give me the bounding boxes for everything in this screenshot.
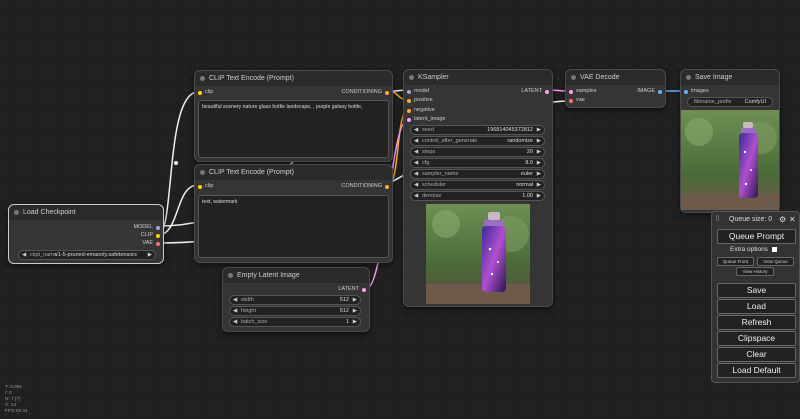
prompt-textarea[interactable]: beautiful scenery nature glass bottle la… [198,100,389,158]
render-stats: T: 0.00s I: 0 N: 7 [7] V: 14 FPS:29.41 [5,385,28,414]
save-image-node[interactable]: Save Image images filename_prefix ComfyU… [680,69,780,213]
node-title[interactable]: Save Image [681,70,779,85]
extra-options-checkbox[interactable] [771,246,777,252]
drag-handle-icon[interactable]: ⠿ [715,215,720,223]
refresh-button[interactable]: Refresh [717,315,796,330]
save-button[interactable]: Save [717,283,796,298]
arrow-left-icon[interactable]: ◀ [22,251,26,259]
batch-size-widget[interactable]: ◀ batch_size 1 ▶ [229,317,361,327]
node-title[interactable]: CLIP Text Encode (Prompt) [195,165,392,180]
view-history-button[interactable]: View History [736,267,774,276]
clip-slot-dot-icon[interactable] [198,90,202,95]
latent-output-slot[interactable]: LATENT [521,88,549,95]
settings-gear-icon[interactable]: ⚙ [779,215,786,224]
latent-slot-dot-icon[interactable] [362,287,366,292]
positive-input-slot[interactable]: positive [407,97,433,104]
ckpt-name-combo[interactable]: ◀ ckpt_name v1-5-pruned-emaonly.safetens… [18,250,156,260]
cfg-widget[interactable]: ◀ cfg 8.0 ▶ [410,158,545,168]
clip-slot-dot-icon[interactable] [156,233,160,238]
load-checkpoint-node[interactable]: Load Checkpoint MODEL CLIP VAE ◀ ckpt_na… [8,204,164,264]
latent-output-slot[interactable]: LATENT [338,286,366,293]
scheduler-widget[interactable]: ◀ scheduler normal ▶ [410,180,545,190]
collapse-dot-icon[interactable] [14,210,19,215]
samples-input-slot[interactable]: samples [569,88,596,95]
node-title[interactable]: Empty Latent Image [223,268,369,283]
vae-decode-node[interactable]: VAE Decode samples vae IMAGE [565,69,666,108]
clip-input-slot[interactable]: clip [198,183,213,190]
node-title[interactable]: Load Checkpoint [9,205,163,220]
queue-prompt-button[interactable]: Queue Prompt [717,229,796,244]
vae-output-slot[interactable]: VAE [142,240,160,247]
preview-image [426,204,530,304]
sampler-name-widget[interactable]: ◀ sampler_name euler ▶ [410,169,545,179]
output-image [681,110,779,210]
image-output-slot[interactable]: IMAGE [637,88,662,95]
collapse-dot-icon[interactable] [686,75,691,80]
collapse-dot-icon[interactable] [200,170,205,175]
close-icon[interactable]: ✕ [789,215,796,224]
negative-input-slot[interactable]: negative [407,107,435,114]
collapse-dot-icon[interactable] [571,75,576,80]
seed-widget[interactable]: ◀ seed 196814045372812 ▶ [410,125,545,135]
clip-text-encode-positive-node[interactable]: CLIP Text Encode (Prompt) clip CONDITION… [194,70,393,162]
empty-latent-image-node[interactable]: Empty Latent Image LATENT ◀ width 512 ▶ ◀ he… [222,267,370,332]
conditioning-output-slot[interactable]: CONDITIONING [341,183,389,190]
clear-button[interactable]: Clear [717,347,796,362]
conditioning-slot-dot-icon[interactable] [385,90,389,95]
vae-slot-dot-icon[interactable] [156,241,160,246]
node-title[interactable]: KSampler [404,70,552,85]
collapse-dot-icon[interactable] [200,76,205,81]
collapse-dot-icon[interactable] [228,273,233,278]
conditioning-output-slot[interactable]: CONDITIONING [341,89,389,96]
filename-prefix-widget[interactable]: filename_prefix ComfyUI [687,97,773,107]
clip-slot-dot-icon[interactable] [198,184,202,189]
vae-input-slot[interactable]: vae [569,97,585,104]
denoise-widget[interactable]: ◀ denoise 1.00 ▶ [410,191,545,201]
queue-front-button[interactable]: Queue Front [717,257,754,266]
model-slot-dot-icon[interactable] [156,225,160,230]
width-widget[interactable]: ◀ width 512 ▶ [229,295,361,305]
ksampler-node[interactable]: KSampler model positive negative latent_… [403,69,553,307]
steps-widget[interactable]: ◀ steps 20 ▶ [410,147,545,157]
clipspace-button[interactable]: Clipspace [717,331,796,346]
model-output-slot[interactable]: MODEL [133,224,160,231]
queue-menu-panel[interactable]: ⠿ Queue size: 0 ⚙ ✕ Queue Prompt Extra o… [711,211,800,383]
clip-text-encode-negative-node[interactable]: CLIP Text Encode (Prompt) clip CONDITION… [194,164,393,263]
view-queue-button[interactable]: View Queue [757,257,794,266]
node-title[interactable]: VAE Decode [566,70,665,85]
height-widget[interactable]: ◀ height 512 ▶ [229,306,361,316]
conditioning-slot-dot-icon[interactable] [385,184,389,189]
collapse-dot-icon[interactable] [409,75,414,80]
clip-input-slot[interactable]: clip [198,89,213,96]
arrow-right-icon[interactable]: ▶ [148,251,152,259]
prompt-textarea[interactable]: text, watermark [198,195,389,258]
load-default-button[interactable]: Load Default [717,363,796,378]
control-after-generate-widget[interactable]: ◀ control_after_generate randomize ▶ [410,136,545,146]
queue-size-label: Queue size: 0 [729,216,773,223]
load-button[interactable]: Load [717,299,796,314]
extra-options-row: Extra options [730,246,777,253]
images-input-slot[interactable]: images [684,88,709,95]
extra-options-label: Extra options [730,246,768,253]
node-title[interactable]: CLIP Text Encode (Prompt) [195,71,392,86]
model-input-slot[interactable]: model [407,88,429,95]
latent-image-input-slot[interactable]: latent_image [407,116,446,123]
clip-output-slot[interactable]: CLIP [141,232,160,239]
